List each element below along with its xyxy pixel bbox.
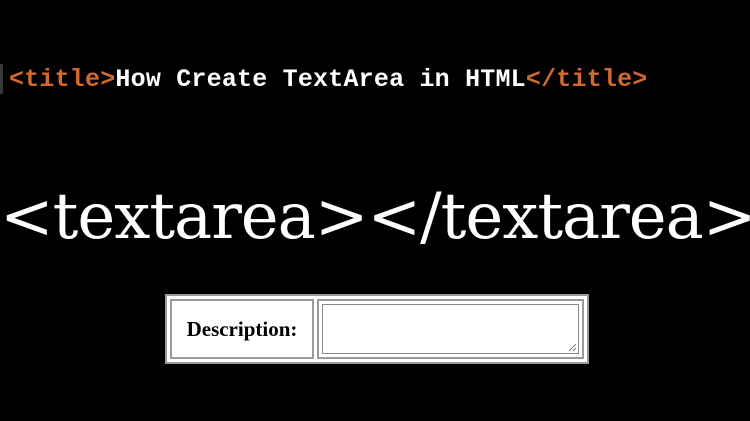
textarea-wrapper: [322, 304, 579, 354]
description-label: Description:: [186, 316, 298, 341]
description-textarea[interactable]: [322, 304, 579, 354]
textarea-tag-headline: <textarea></textarea>: [0, 180, 750, 254]
description-input-cell: [317, 299, 584, 359]
title-text: How Create TextArea in HTML: [115, 64, 526, 94]
title-open-tag: <title>: [9, 64, 116, 94]
code-title-line: <title> How Create TextArea in HTML </ti…: [0, 62, 750, 96]
editor-cursor: [0, 64, 3, 94]
title-close-tag: </title>: [525, 64, 648, 94]
description-label-cell: Description:: [170, 299, 314, 359]
description-form-table: Description:: [165, 294, 589, 364]
